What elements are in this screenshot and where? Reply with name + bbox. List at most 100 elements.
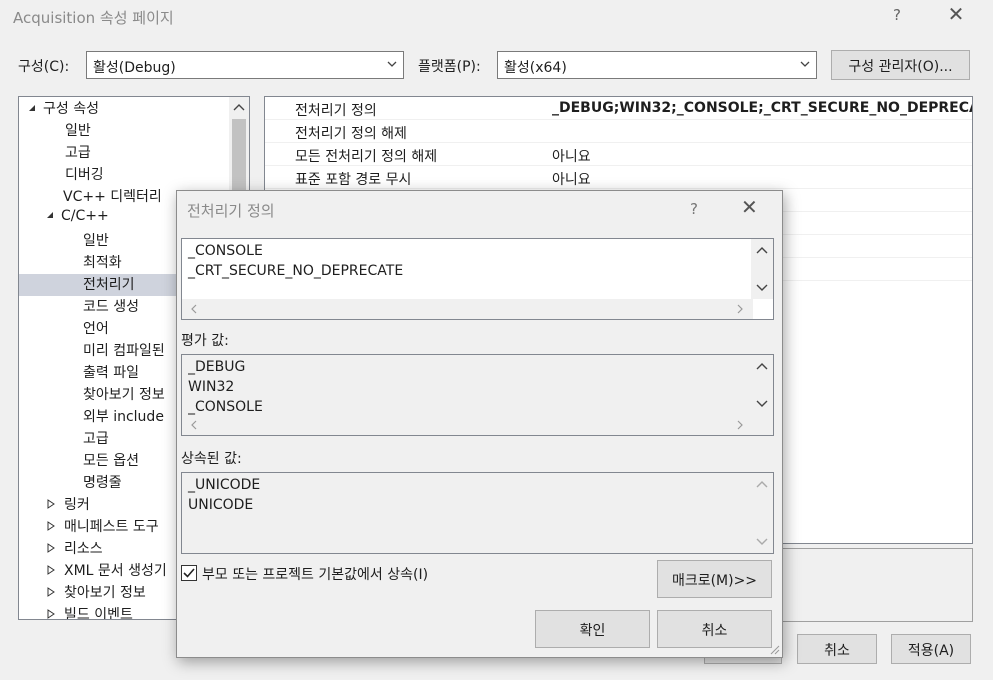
dialog-ok-label: 확인: [579, 623, 606, 639]
tree-item-label: C/C++: [61, 208, 109, 224]
grid-row-key: 전처리기 정의: [295, 103, 377, 119]
tree-item-label: 일반: [65, 123, 91, 139]
window-titlebar: Acquisition 속성 페이지 ? ✕: [0, 0, 993, 34]
platform-dropdown[interactable]: 활성(x64): [497, 51, 817, 79]
tree-item-xml-doc-generator[interactable]: XML 문서 생성기: [47, 560, 167, 582]
tree-item-precompiled-headers[interactable]: 미리 컴파일된: [83, 340, 165, 362]
dialog-close-button[interactable]: ✕: [741, 195, 758, 219]
grid-row-key: 표준 포함 경로 무시: [295, 172, 412, 188]
macro-button-label: 매크로(M)>>: [671, 573, 758, 589]
evaluated-label: 평가 값:: [181, 333, 229, 349]
config-value: 활성(Debug): [93, 60, 176, 76]
evaluated-hscrollbar[interactable]: [182, 415, 753, 435]
tree-item-label: 구성 속성: [43, 101, 99, 117]
scroll-down-icon[interactable]: [751, 277, 773, 297]
tree-item-output-files[interactable]: 출력 파일: [83, 362, 139, 384]
grid-row[interactable]: 전처리기 정의 _DEBUG;WIN32;_CONSOLE;_CRT_SECUR…: [265, 97, 972, 120]
config-dropdown[interactable]: 활성(Debug): [86, 51, 404, 79]
dialog-title: 전처리기 정의: [187, 202, 275, 220]
tree-item-command-line[interactable]: 명령줄: [83, 472, 122, 494]
dialog-help-button[interactable]: ?: [690, 200, 698, 218]
tree-item-label: 미리 컴파일된: [83, 343, 165, 359]
scroll-up-icon[interactable]: [751, 357, 773, 377]
window-title: Acquisition 속성 페이지: [13, 9, 174, 27]
scroll-up-icon[interactable]: [229, 97, 249, 117]
tree-item-external-include[interactable]: 외부 include: [83, 406, 164, 428]
tree-item-label: 명령줄: [83, 475, 122, 491]
chevron-down-icon: [800, 61, 810, 67]
tree-item-label: 코드 생성: [83, 299, 139, 315]
tree-item-resources[interactable]: 리소스: [47, 538, 103, 560]
preprocessor-dialog: 전처리기 정의 ? ✕ _CONSOLE _CRT_SECURE_NO_DEPR…: [176, 190, 783, 658]
tree-item-optimization[interactable]: 최적화: [83, 252, 122, 274]
tree-item-advanced[interactable]: 고급: [65, 142, 91, 164]
tree-item-cpp-general[interactable]: 일반: [83, 230, 109, 252]
scroll-right-icon[interactable]: [730, 299, 750, 319]
tree-item-build-events[interactable]: 빌드 이벤트: [47, 604, 133, 620]
dialog-cancel-button[interactable]: 취소: [657, 610, 772, 648]
platform-value: 활성(x64): [504, 60, 567, 76]
tree-item-browse-info-2[interactable]: 찾아보기 정보: [47, 582, 146, 604]
inherited-values-box: _UNICODE UNICODE: [181, 472, 774, 554]
collapsed-triangle-icon: [47, 543, 55, 553]
collapsed-triangle-icon: [47, 609, 55, 619]
edit-hscrollbar[interactable]: [182, 299, 753, 319]
inherit-checkbox-label[interactable]: 부모 또는 프로젝트 기본값에서 상속(I): [202, 564, 428, 584]
evaluated-vscrollbar[interactable]: [751, 355, 773, 415]
grid-row[interactable]: 전처리기 정의 해제: [265, 120, 972, 143]
tree-item-label: 매니페스트 도구: [64, 519, 159, 535]
tree-item-label: 빌드 이벤트: [64, 607, 133, 620]
definitions-text[interactable]: _CONSOLE _CRT_SECURE_NO_DEPRECATE: [188, 241, 403, 281]
inherited-vscrollbar[interactable]: [751, 473, 773, 553]
tree-item-label: XML 문서 생성기: [64, 563, 167, 579]
collapsed-triangle-icon: [47, 587, 55, 597]
tree-item-language[interactable]: 언어: [83, 318, 109, 340]
tree-item-label: 고급: [65, 145, 91, 161]
grid-row-key: 전처리기 정의 해제: [295, 126, 407, 142]
apply-button[interactable]: 적용(A): [891, 634, 971, 664]
scroll-left-icon[interactable]: [184, 415, 204, 435]
tree-item-debugging[interactable]: 디버깅: [65, 164, 104, 186]
expanded-triangle-icon: [47, 212, 53, 218]
tree-item-config-properties[interactable]: 구성 속성: [27, 98, 227, 120]
expanded-triangle-icon: [29, 105, 35, 111]
dialog-cancel-label: 취소: [701, 623, 728, 639]
definitions-edit-box[interactable]: _CONSOLE _CRT_SECURE_NO_DEPRECATE: [181, 238, 774, 320]
tree-item-label: 링커: [64, 497, 90, 513]
tree-item-general[interactable]: 일반: [65, 120, 91, 142]
tree-item-label: VC++ 디렉터리: [63, 189, 162, 205]
tree-item-cpp-advanced[interactable]: 고급: [83, 428, 109, 450]
tree-item-label: 외부 include: [83, 409, 164, 425]
tree-item-vc-directories[interactable]: VC++ 디렉터리: [63, 186, 162, 208]
tree-item-manifest-tool[interactable]: 매니페스트 도구: [47, 516, 159, 538]
grid-row[interactable]: 표준 포함 경로 무시 아니요: [265, 166, 972, 189]
scroll-down-icon[interactable]: [751, 531, 773, 551]
inherit-checkbox[interactable]: [181, 565, 197, 581]
tree-item-label: 찾아보기 정보: [64, 585, 146, 601]
tree-item-linker[interactable]: 링커: [47, 494, 90, 516]
main-cancel-label: 취소: [824, 643, 850, 659]
resize-grip-icon[interactable]: [768, 643, 780, 655]
config-manager-button[interactable]: 구성 관리자(O)...: [831, 50, 970, 80]
scroll-up-icon[interactable]: [751, 475, 773, 495]
grid-row[interactable]: 모든 전처리기 정의 해제 아니요: [265, 143, 972, 166]
grid-row-key: 모든 전처리기 정의 해제: [295, 149, 438, 165]
tree-item-browse-info[interactable]: 찾아보기 정보: [83, 384, 165, 406]
main-cancel-button[interactable]: 취소: [797, 634, 877, 664]
scroll-down-icon[interactable]: [751, 393, 773, 413]
tree-item-code-generation[interactable]: 코드 생성: [83, 296, 139, 318]
help-button[interactable]: ?: [893, 6, 901, 24]
scroll-left-icon[interactable]: [184, 299, 204, 319]
apply-label: 적용(A): [907, 643, 955, 659]
dialog-ok-button[interactable]: 확인: [535, 610, 650, 648]
scroll-right-icon[interactable]: [730, 415, 750, 435]
tree-item-cpp[interactable]: C/C++: [45, 208, 109, 230]
checkmark-icon: [183, 568, 195, 578]
close-button[interactable]: ✕: [944, 2, 968, 30]
tree-item-label: 디버깅: [65, 167, 104, 183]
scroll-up-icon[interactable]: [751, 241, 773, 261]
collapsed-triangle-icon: [47, 521, 55, 531]
tree-item-all-options[interactable]: 모든 옵션: [83, 450, 139, 472]
macro-button[interactable]: 매크로(M)>>: [657, 560, 772, 598]
edit-vscrollbar[interactable]: [751, 239, 773, 299]
